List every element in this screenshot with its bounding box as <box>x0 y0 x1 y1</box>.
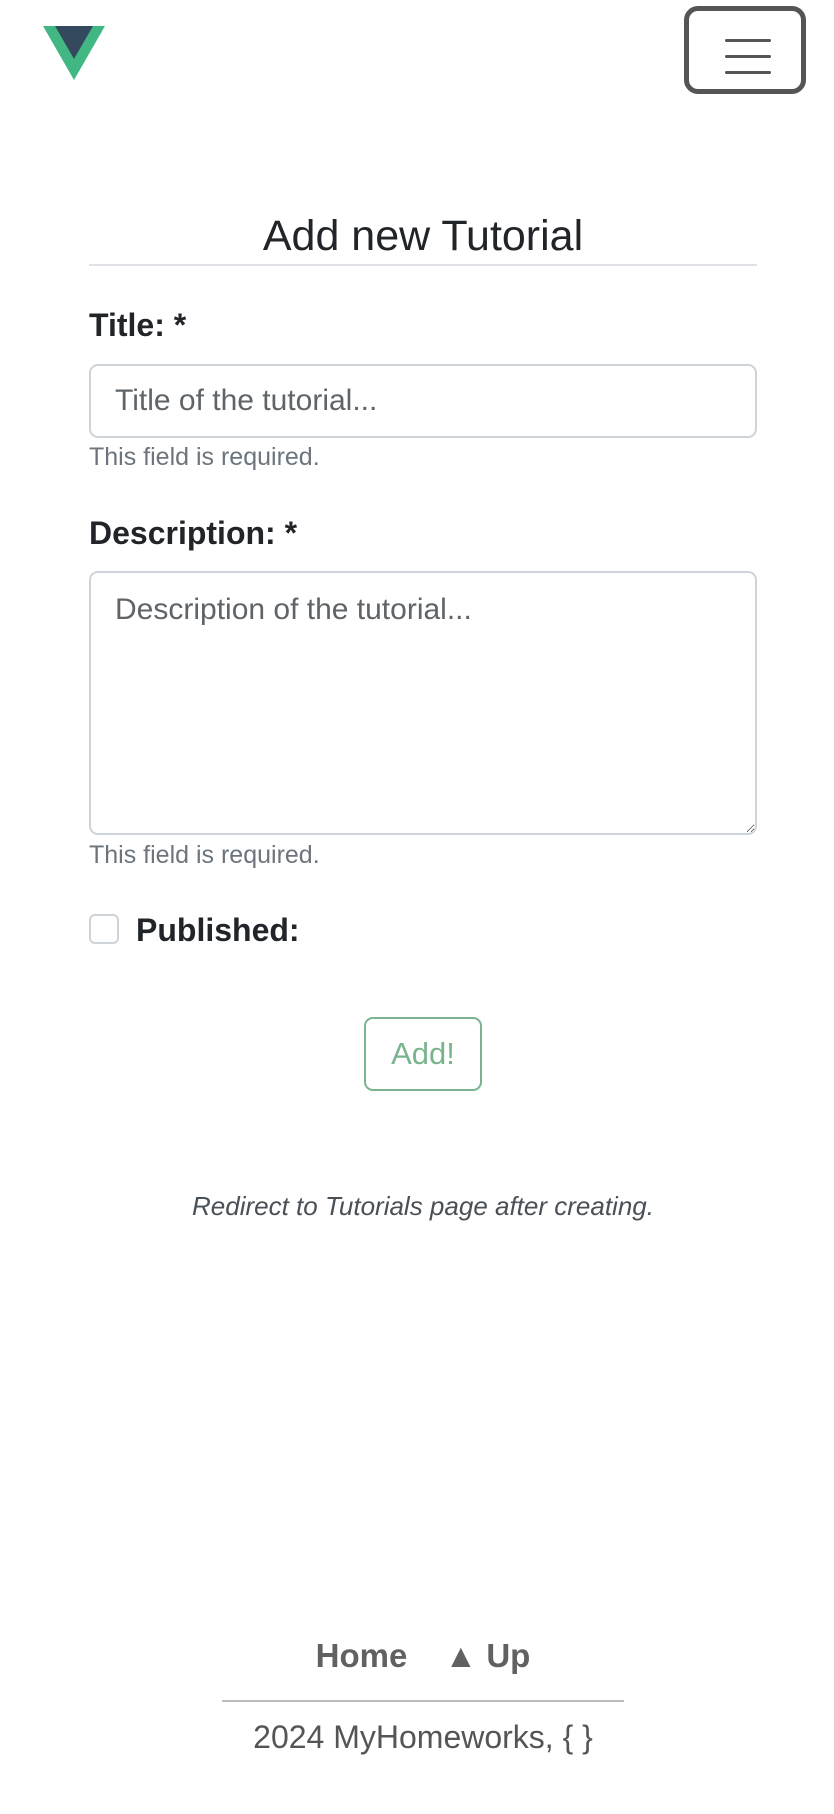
published-checkbox[interactable] <box>89 914 119 944</box>
redirect-note: Redirect to Tutorials page after creatin… <box>192 1191 654 1221</box>
footer-nav: Home ▲ Up <box>0 1636 834 1676</box>
description-label: Description: * <box>89 515 298 551</box>
footer-up-link[interactable]: ▲ Up <box>445 1637 531 1674</box>
navbar-toggle-button[interactable] <box>684 6 806 94</box>
footer-divider <box>222 1700 624 1702</box>
page-title: Add new Tutorial <box>89 206 757 266</box>
hamburger-bar <box>725 71 771 74</box>
add-button[interactable]: Add! <box>364 1017 482 1091</box>
published-label: Published: <box>136 912 300 948</box>
description-required-hint: This field is required. <box>89 841 320 869</box>
hamburger-bar <box>725 39 771 42</box>
title-label: Title: * <box>89 307 187 343</box>
footer-home-link[interactable]: Home <box>316 1637 408 1674</box>
copyright-text: 2024 MyHomeworks, { } <box>253 1719 593 1755</box>
title-required-hint: This field is required. <box>89 443 320 471</box>
hamburger-bar <box>725 55 771 58</box>
vue-logo[interactable] <box>43 26 105 80</box>
title-input[interactable] <box>89 364 757 438</box>
description-textarea[interactable] <box>89 571 757 835</box>
